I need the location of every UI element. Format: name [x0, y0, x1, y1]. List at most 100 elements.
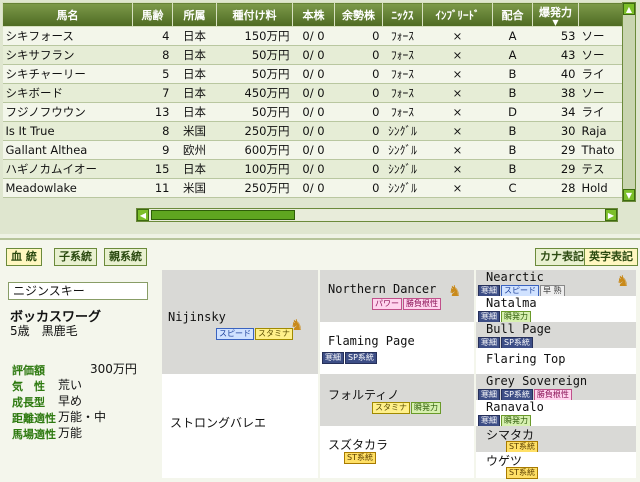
pedigree-cell-sd[interactable]: Flaming Page 寒細 SP系統: [320, 322, 474, 374]
sds-badges: 寒細 SP系統: [478, 335, 534, 349]
cell-explosive: 40: [532, 64, 579, 84]
col-header-name[interactable]: 馬名: [2, 2, 133, 27]
badge-shunpatsu: 瞬発力: [501, 310, 531, 323]
col-header-extra-shares[interactable]: 余勢株: [334, 2, 383, 27]
scroll-right-icon[interactable]: ▶: [605, 209, 617, 221]
col-header-more[interactable]: [578, 2, 623, 27]
badge-kanbo: 寒細: [478, 310, 500, 323]
col-header-inbreed[interactable]: ｲﾝﾌﾞﾘｰﾄﾞ: [422, 2, 493, 27]
cell-region: 日本: [172, 64, 217, 84]
pedigree-panel: 血 統 子系統 親系統 カナ表記 英字表記 ニジンスキー ボッカスワーグ 5歳 …: [0, 238, 640, 482]
pedigree-cell-dss[interactable]: Grey Sovereign 寒細 SP系統 勝負根性: [476, 374, 636, 401]
cell-age: 4: [132, 26, 173, 46]
pedigree-cell-dsd[interactable]: Ranavalo 寒細 瞬発力: [476, 400, 636, 427]
sire-name: Nijinsky: [168, 310, 226, 324]
line-name-field: ニジンスキー: [8, 282, 148, 300]
pedigree-cell-sdd[interactable]: Flaring Top: [476, 348, 636, 374]
table-row[interactable]: シキフォース 4 日本 150万円 0/ 0 0 ﾌｫｰｽ × A 53 ソー: [2, 26, 623, 46]
scroll-down-icon[interactable]: ▼: [623, 189, 635, 201]
stat-label-track: 馬場適性: [12, 428, 56, 441]
ssd-badges: 寒細 瞬発力: [478, 309, 532, 323]
tab-pedigree[interactable]: 血 統: [6, 248, 42, 266]
cell-region: 米国: [172, 178, 217, 198]
cell-fee: 250万円: [216, 121, 293, 141]
badge-hayajuku: 早 熟: [540, 284, 565, 297]
badge-kanbo: 寒細: [478, 414, 500, 427]
vertical-scrollbar[interactable]: ▲ ▼: [622, 2, 636, 202]
pedigree-cell-ds[interactable]: フォルティノ スタミナ 瞬発力: [320, 374, 474, 426]
table-row[interactable]: シキボード 7 日本 450万円 0/ 0 0 ﾌｫｰｽ × B 38 ソー: [2, 83, 623, 103]
cell-name: Gallant Althea: [2, 140, 133, 160]
pedigree-cell-ssd[interactable]: Natalma 寒細 瞬発力: [476, 296, 636, 323]
cell-fee: 50万円: [216, 102, 293, 122]
stat-label-distance: 距離適性: [12, 412, 56, 425]
col-header-explosive[interactable]: 爆発力 ▼: [532, 2, 579, 27]
sdd-name: Flaring Top: [486, 352, 566, 366]
cell-fee: 100万円: [216, 159, 293, 179]
cell-explosive: 29: [532, 140, 579, 160]
sire-badges: スピード スタミナ: [216, 326, 294, 340]
badge-shunpatsu: 瞬発力: [501, 414, 531, 427]
col-header-region[interactable]: 所属: [172, 2, 217, 27]
cell-fee: 150万円: [216, 26, 293, 46]
cell-age: 13: [132, 102, 173, 122]
table-row[interactable]: Is It True 8 米国 250万円 0/ 0 0 ｼﾝｸﾞﾙ × B 30 Raja: [2, 121, 623, 141]
col-header-age[interactable]: 馬齢: [132, 2, 173, 27]
tab-child-line[interactable]: 子系統: [54, 248, 97, 266]
pedigree-cell-ddd[interactable]: ウゲツ ST系統: [476, 452, 636, 479]
tab-english[interactable]: 英字表記: [584, 248, 638, 266]
pedigree-cell-sss[interactable]: Nearctic 寒細 スピード早 熟 ♞: [476, 270, 636, 297]
pedigree-cell-ss[interactable]: Northern Dancer パワー 勝負根性 ♞: [320, 270, 474, 322]
badge-kanbo: 寒細: [478, 336, 500, 349]
table-row[interactable]: シキサフラン 8 日本 50万円 0/ 0 0 ﾌｫｰｽ × A 43 ソー: [2, 45, 623, 65]
pedigree-cell-dds[interactable]: シマタカ ST系統: [476, 426, 636, 453]
badge-power: パワー: [372, 297, 402, 310]
scroll-left-icon[interactable]: ◀: [137, 209, 149, 221]
cell-more: ソー: [578, 83, 623, 103]
pedigree-cell-dd[interactable]: スズタカラ ST系統: [320, 426, 474, 478]
horizontal-scroll-thumb[interactable]: [151, 210, 295, 220]
cell-age: 9: [132, 140, 173, 160]
pedigree-cell-sire[interactable]: Nijinsky スピード スタミナ ♞: [162, 270, 318, 374]
horse-icon: ♞: [290, 316, 304, 334]
table-row[interactable]: フジノフウウン 13 日本 50万円 0/ 0 0 ﾌｫｰｽ × D 34 ライ: [2, 102, 623, 122]
cell-explosive: 30: [532, 121, 579, 141]
cell-explosive: 29: [532, 159, 579, 179]
cell-age: 7: [132, 83, 173, 103]
horse-icon: ♞: [448, 282, 462, 300]
table-row[interactable]: ハギノカムイオー 15 日本 100万円 0/ 0 0 ｼﾝｸﾞﾙ × B 29 テス: [2, 159, 623, 179]
cell-more: ソー: [578, 45, 623, 65]
badge-sp: SP系統: [345, 351, 377, 364]
cell-nicks: ｼﾝｸﾞﾙ: [382, 140, 423, 160]
dsd-name: Ranavalo: [486, 400, 544, 414]
cell-extra-shares: 0: [334, 83, 383, 103]
tab-kana[interactable]: カナ表記: [535, 248, 589, 266]
stat-value-growth: 早め: [58, 394, 83, 408]
pedigree-cell-sds[interactable]: Bull Page 寒細 SP系統: [476, 322, 636, 349]
table-row[interactable]: シキチャーリー 5 日本 50万円 0/ 0 0 ﾌｫｰｽ × B 40 ライ: [2, 64, 623, 84]
col-header-fee[interactable]: 種付け料: [216, 2, 293, 27]
cell-shares: 0/ 0: [292, 26, 335, 46]
badge-shunpatsu: 瞬発力: [411, 401, 441, 414]
horizontal-scrollbar[interactable]: ◀ ▶: [136, 208, 618, 222]
cell-fee: 450万円: [216, 83, 293, 103]
table-row[interactable]: Gallant Althea 9 欧州 600万円 0/ 0 0 ｼﾝｸﾞﾙ × B 29 That…: [2, 140, 623, 160]
dam-name: ストロングバレエ: [170, 416, 267, 430]
col-header-shares[interactable]: 本株: [292, 2, 335, 27]
table-body: シキフォース 4 日本 150万円 0/ 0 0 ﾌｫｰｽ × A 53 ソー シキサフラン 8 日本 50…: [2, 26, 623, 198]
col-header-mating[interactable]: 配合: [492, 2, 533, 27]
cell-nicks: ｼﾝｸﾞﾙ: [382, 121, 423, 141]
table-row[interactable]: Meadowlake 11 米国 250万円 0/ 0 0 ｼﾝｸﾞﾙ × C 28 Hold: [2, 178, 623, 198]
pedigree-cell-dam[interactable]: ストロングバレエ: [162, 374, 318, 478]
cell-age: 5: [132, 64, 173, 84]
cell-region: 欧州: [172, 140, 217, 160]
cell-explosive: 38: [532, 83, 579, 103]
table-header: 馬名 馬齢 所属 種付け料 本株 余勢株 ﾆｯｸｽ ｲﾝﾌﾞﾘｰﾄﾞ 配合 爆発…: [2, 2, 623, 27]
scroll-up-icon[interactable]: ▲: [623, 3, 635, 15]
col-header-nicks[interactable]: ﾆｯｸｽ: [382, 2, 423, 27]
tab-parent-line[interactable]: 親系統: [104, 248, 147, 266]
cell-extra-shares: 0: [334, 178, 383, 198]
cell-more: ライ: [578, 102, 623, 122]
cell-shares: 0/ 0: [292, 159, 335, 179]
horse-age-color: 5歳 黒鹿毛: [10, 324, 78, 338]
